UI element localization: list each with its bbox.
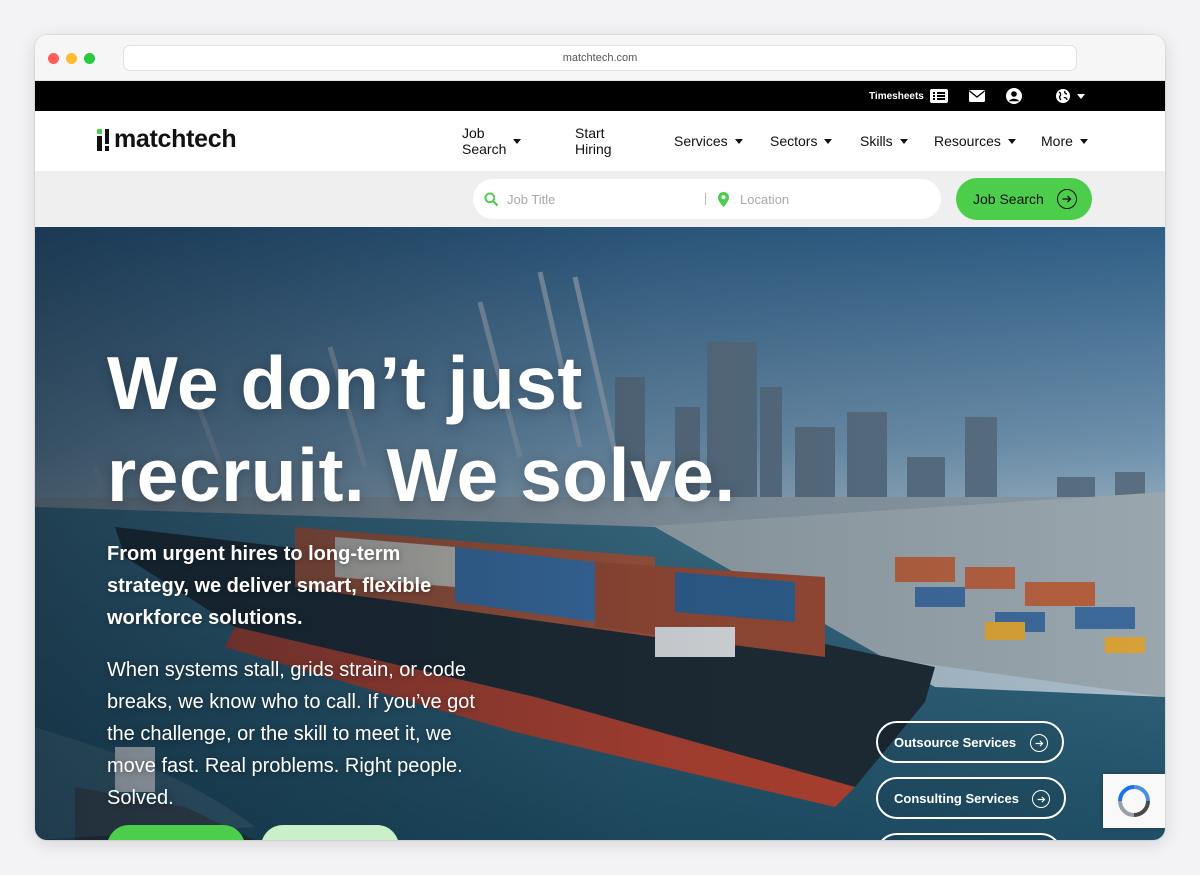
nav-label: Resources <box>934 133 1001 149</box>
nav-services[interactable]: Services <box>674 133 743 149</box>
hero-subheading: From urgent hires to long-term strategy,… <box>107 543 432 629</box>
recaptcha-icon <box>1118 785 1150 817</box>
list-icon <box>929 89 948 103</box>
chevron-down-icon <box>824 139 833 144</box>
arrow-right-circle-icon <box>1057 189 1077 209</box>
main-navbar: matchtech Job Search Start Hiring Servic… <box>35 111 1165 171</box>
language-selector[interactable] <box>1056 81 1085 111</box>
chevron-down-icon <box>1077 94 1085 99</box>
timesheets-label: Timesheets <box>869 90 924 102</box>
nav-more[interactable]: More <box>1041 133 1088 149</box>
secondary-cta-button[interactable] <box>261 825 399 840</box>
nav-resources[interactable]: Resources <box>934 133 1016 149</box>
location-input[interactable]: Location <box>718 179 933 219</box>
maximize-window-button[interactable] <box>84 53 95 64</box>
nav-skills[interactable]: Skills <box>860 133 908 149</box>
consulting-services-link[interactable]: Consulting Services <box>876 777 1066 819</box>
consulting-services-label: Consulting Services <box>894 790 1019 806</box>
user-icon <box>1006 88 1022 104</box>
search-form: Job Title Location <box>473 179 941 219</box>
nav-label: Sectors <box>770 133 818 149</box>
address-bar[interactable]: matchtech.com <box>123 45 1077 71</box>
browser-window: matchtech.com Timesheets matchtech Job S… <box>35 35 1165 840</box>
job-search-button-label: Job Search <box>973 191 1044 207</box>
chevron-down-icon <box>734 139 743 144</box>
nav-label: Start Hiring <box>575 125 612 157</box>
globe-icon <box>1056 89 1070 103</box>
search-icon <box>484 192 498 206</box>
site-logo[interactable]: matchtech <box>96 125 237 154</box>
nav-label: Skills <box>860 133 893 149</box>
chevron-down-icon <box>513 139 522 144</box>
nav-job-search[interactable]: Job Search <box>462 125 522 157</box>
logo-mark <box>96 127 112 153</box>
logo-wordmark: matchtech <box>114 125 237 153</box>
contact-link[interactable] <box>969 81 985 111</box>
timesheets-link[interactable]: Timesheets <box>869 81 948 111</box>
more-services-link[interactable] <box>876 833 1062 840</box>
nav-sectors[interactable]: Sectors <box>770 133 833 149</box>
nav-label: Services <box>674 133 728 149</box>
arrow-right-circle-icon <box>1032 790 1050 808</box>
hero-heading: We don’t just recruit. We solve. <box>107 337 827 521</box>
utility-bar: Timesheets <box>35 81 1165 111</box>
hero-body-text: When systems stall, grids strain, or cod… <box>107 659 475 809</box>
job-search-bar: Job Title Location Job Search <box>35 171 1165 227</box>
field-divider <box>705 193 706 205</box>
outsource-services-link[interactable]: Outsource Services <box>876 721 1064 763</box>
location-pin-icon <box>718 191 729 207</box>
recaptcha-badge[interactable] <box>1103 774 1165 828</box>
hero-section: We don’t just recruit. We solve. From ur… <box>35 227 1165 840</box>
address-bar-url: matchtech.com <box>562 52 638 64</box>
chevron-down-icon <box>899 139 908 144</box>
nav-start-hiring[interactable]: Start Hiring <box>575 125 612 157</box>
minimize-window-button[interactable] <box>66 53 77 64</box>
arrow-right-circle-icon <box>1030 734 1048 752</box>
job-title-placeholder: Job Title <box>507 191 556 207</box>
browser-chrome: matchtech.com <box>35 35 1165 81</box>
close-window-button[interactable] <box>48 53 59 64</box>
job-search-button[interactable]: Job Search <box>956 178 1092 220</box>
primary-cta-button[interactable] <box>107 825 245 840</box>
mail-icon <box>969 90 985 102</box>
chevron-down-icon <box>1007 139 1016 144</box>
outsource-services-label: Outsource Services <box>894 734 1017 750</box>
location-placeholder: Location <box>740 191 790 207</box>
nav-label: Job Search <box>462 125 507 157</box>
account-link[interactable] <box>1006 81 1022 111</box>
hero-heading-line-2: recruit. We solve. <box>107 433 736 517</box>
hero-heading-line-1: We don’t just <box>107 341 583 425</box>
nav-label: More <box>1041 133 1073 149</box>
chevron-down-icon <box>1079 139 1088 144</box>
job-title-input[interactable]: Job Title <box>484 179 699 219</box>
